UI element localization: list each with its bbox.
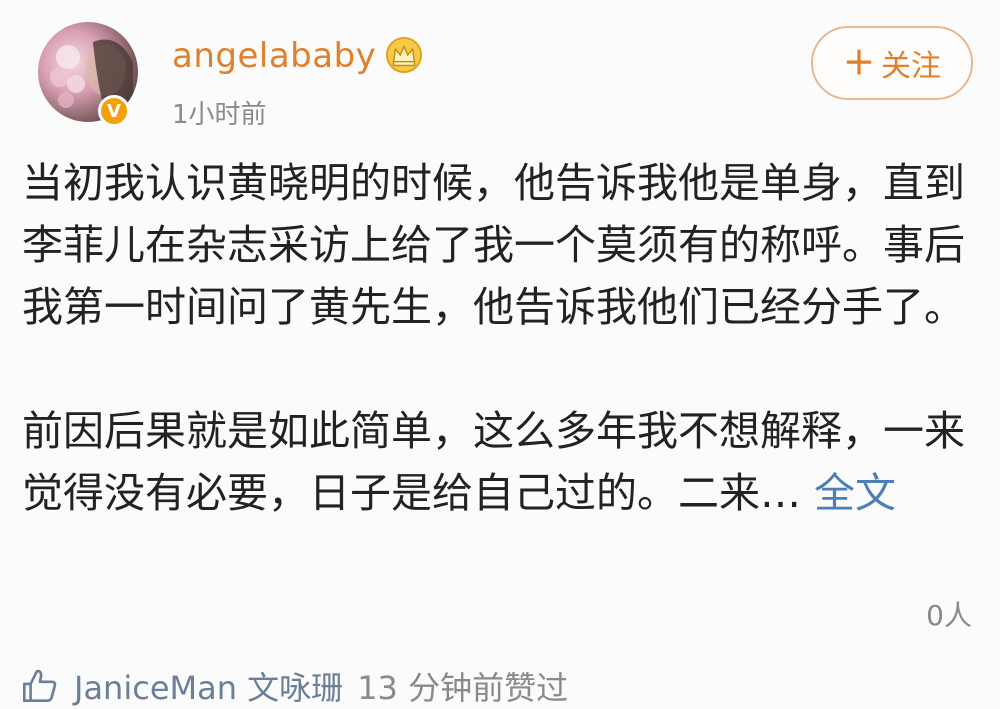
post-timestamp: 1小时前 <box>172 100 267 130</box>
thumbs-up-icon <box>22 669 57 703</box>
follow-button[interactable]: ＋ 关注 <box>811 26 973 100</box>
post-paragraph-2: 前因后果就是如此简单，这么多年我不想解释，一来觉得没有必要，日子是给自己过的。二… <box>22 400 972 524</box>
crown-icon <box>385 36 423 74</box>
username[interactable]: angelababy <box>172 36 376 76</box>
verified-badge-icon: V <box>98 95 130 127</box>
view-count: 0人 <box>926 599 972 632</box>
post-paragraph-1: 当初我认识黄晓明的时候，他告诉我他是单身，直到李菲儿在杂志采访上给了我一个莫须有… <box>22 159 965 331</box>
plus-icon: ＋ <box>842 44 875 82</box>
like-user-name[interactable]: JaniceMan 文咏珊 <box>74 663 343 709</box>
like-time-label: 13 分钟前赞过 <box>357 669 569 707</box>
like-activity: JaniceMan 文咏珊 13 分钟前赞过 <box>18 664 568 708</box>
follow-label: 关注 <box>881 49 941 84</box>
full-text-link[interactable]: 全文 <box>814 469 896 517</box>
post-body: 当初我认识黄晓明的时候，他告诉我他是单身，直到李菲儿在杂志采访上给了我一个莫须有… <box>22 152 972 524</box>
